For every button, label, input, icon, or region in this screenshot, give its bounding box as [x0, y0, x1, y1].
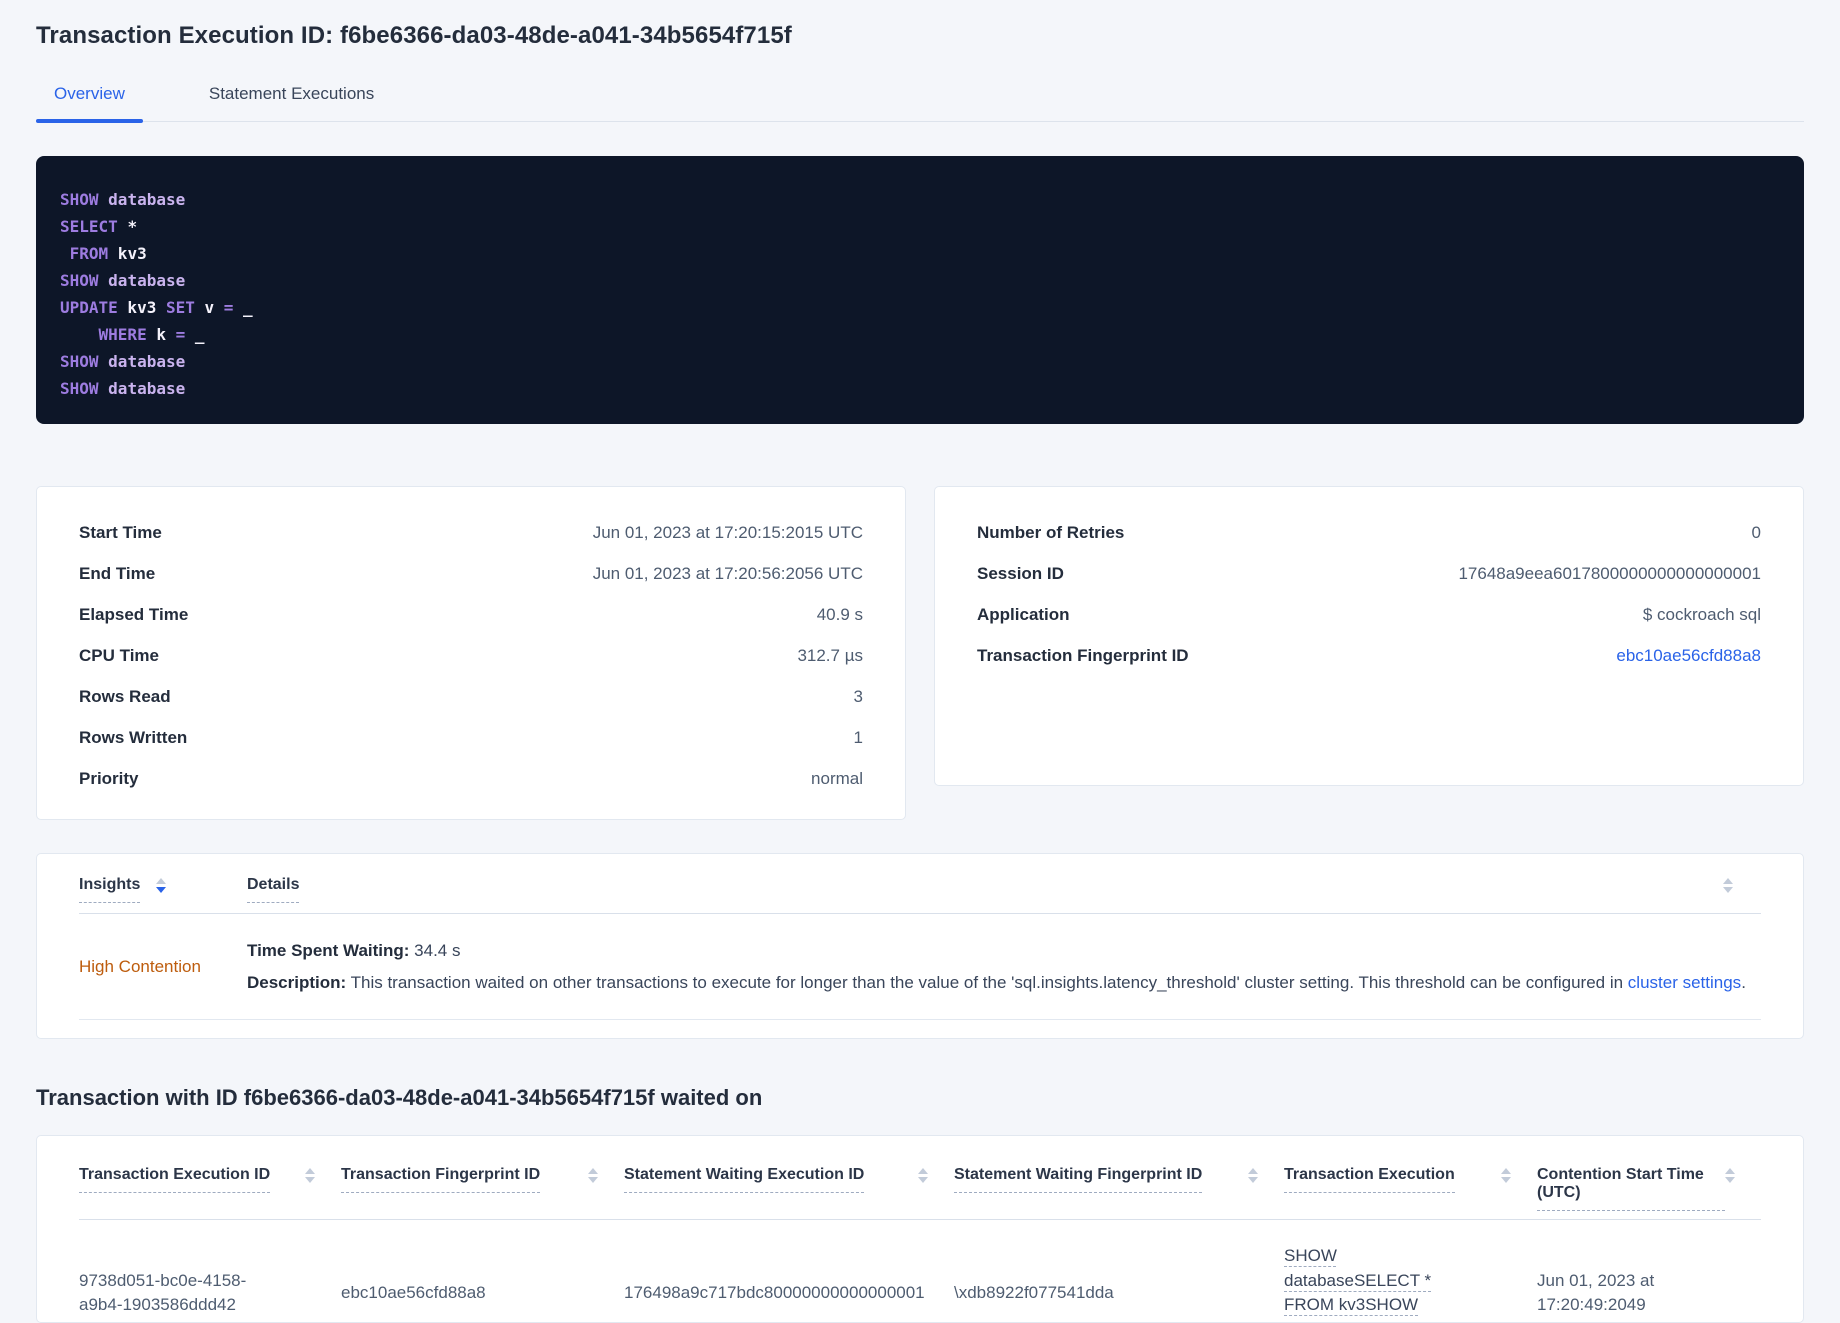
page-title: Transaction Execution ID: f6be6366-da03-… — [36, 22, 792, 49]
transaction-execution-link[interactable]: SHOW databaseSELECT * FROM kv3SHOW datab… — [1284, 1244, 1462, 1322]
stat-row-session-id: Session ID 17648a9eea6017800000000000000… — [977, 553, 1761, 594]
column-header-label[interactable]: Contention Start Time (UTC) — [1537, 1166, 1725, 1211]
cell-statement-waiting-execution-id: 176498a9c717bdc80000000000000001 — [624, 1282, 925, 1302]
stat-label: Rows Written — [79, 727, 188, 747]
insight-details: Time Spent Waiting: 34.4 s Description: … — [247, 940, 1761, 995]
insights-table-header: Insights Details — [79, 876, 1761, 903]
column-header-transaction-execution: Transaction Execution — [1284, 1166, 1537, 1193]
stat-row-retries: Number of Retries 0 — [977, 512, 1761, 553]
details-header-label[interactable]: Details — [247, 876, 300, 903]
stat-value: 17648a9eea6017800000000000000001 — [1458, 563, 1761, 583]
stat-label: Rows Read — [79, 686, 171, 706]
execution-stats-card: Start Time Jun 01, 2023 at 17:20:15:2015… — [36, 486, 906, 820]
sort-carets-icon[interactable] — [588, 1166, 598, 1183]
column-header-label[interactable]: Statement Waiting Execution ID — [624, 1166, 865, 1193]
insights-column-header: Insights — [79, 876, 247, 903]
stat-label: Priority — [79, 768, 139, 788]
sort-carets-icon[interactable] — [1725, 1166, 1735, 1183]
column-header-statement-waiting-execution-id: Statement Waiting Execution ID — [624, 1166, 954, 1193]
stat-value: 3 — [853, 686, 863, 706]
waiting-label: Time Spent Waiting: — [247, 941, 410, 960]
sort-carets-icon[interactable] — [156, 876, 167, 893]
stat-value: $ cockroach sql — [1642, 604, 1761, 624]
insights-header-label[interactable]: Insights — [79, 876, 141, 903]
stat-value: Jun 01, 2023 at 17:20:56:2056 UTC — [592, 563, 863, 583]
waiting-value: 34.4 s — [409, 941, 461, 960]
stat-value: normal — [811, 768, 863, 788]
column-header-label[interactable]: Transaction Fingerprint ID — [341, 1166, 541, 1193]
column-header-label[interactable]: Transaction Execution — [1284, 1166, 1455, 1193]
column-header-label[interactable]: Statement Waiting Fingerprint ID — [954, 1166, 1203, 1193]
stat-row-priority: Priority normal — [79, 758, 863, 799]
stat-row-transaction-fingerprint: Transaction Fingerprint ID ebc10ae56cfd8… — [977, 635, 1761, 676]
stat-label: Session ID — [977, 563, 1064, 583]
sort-carets-icon[interactable] — [918, 1166, 928, 1183]
sort-carets-icon[interactable] — [1501, 1166, 1511, 1183]
stat-label: Transaction Fingerprint ID — [977, 645, 1189, 665]
tab-overview[interactable]: Overview — [36, 80, 143, 123]
stat-value: Jun 01, 2023 at 17:20:15:2015 UTC — [592, 522, 863, 542]
insight-waiting-line: Time Spent Waiting: 34.4 s — [247, 940, 1761, 963]
sort-carets-icon[interactable] — [1723, 876, 1733, 893]
cell-statement-waiting-fingerprint-id: \xdb8922f077541dda — [954, 1282, 1114, 1302]
insight-row: High Contention Time Spent Waiting: 34.4… — [79, 914, 1761, 1020]
cell-contention-start-time: Jun 01, 2023 at 17:20:49:2049 — [1537, 1270, 1655, 1315]
waited-on-row: 9738d051-bc0e-4158-a9b4-1903586ddd42 ebc… — [79, 1220, 1761, 1322]
insight-description-line: Description: This transaction waited on … — [247, 972, 1761, 995]
stat-row-elapsed-time: Elapsed Time 40.9 s — [79, 594, 863, 635]
description-suffix: . — [1741, 972, 1746, 992]
stat-row-end-time: End Time Jun 01, 2023 at 17:20:56:2056 U… — [79, 553, 863, 594]
tab-statement-executions[interactable]: Statement Executions — [191, 80, 392, 121]
stat-row-rows-written: Rows Written 1 — [79, 717, 863, 758]
stat-value: 0 — [1751, 522, 1761, 542]
sort-carets-icon[interactable] — [1248, 1166, 1258, 1183]
transaction-fingerprint-link[interactable]: ebc10ae56cfd88a8 — [1616, 646, 1761, 666]
cell-transaction-execution-id: 9738d051-bc0e-4158-a9b4-1903586ddd42 — [79, 1269, 341, 1318]
cell-transaction-execution: SHOW databaseSELECT * FROM kv3SHOW datab… — [1284, 1244, 1537, 1322]
stat-label: Number of Retries — [977, 522, 1125, 542]
stat-label: Application — [977, 604, 1070, 624]
transaction-details-page: Transaction Execution ID: f6be6366-da03-… — [0, 0, 1840, 1323]
stat-value: 1 — [853, 727, 863, 747]
stat-row-rows-read: Rows Read 3 — [79, 676, 863, 717]
column-header-transaction-fingerprint-id: Transaction Fingerprint ID — [341, 1166, 624, 1193]
description-text: This transaction waited on other transac… — [346, 972, 1628, 992]
cluster-settings-link[interactable]: cluster settings — [1628, 973, 1741, 992]
session-info-card: Number of Retries 0 Session ID 17648a9ee… — [934, 486, 1804, 786]
tab-bar: Overview Statement Executions — [36, 80, 1804, 123]
stat-row-cpu-time: CPU Time 312.7 µs — [79, 635, 863, 676]
waited-on-table: Transaction Execution ID Transaction Fin… — [36, 1134, 1804, 1323]
sql-statements-box: SHOW database SELECT * FROM kv3 SHOW datab… — [36, 156, 1804, 424]
sql-code: SHOW database SELECT * FROM kv3 SHOW datab… — [60, 190, 253, 398]
insight-type-badge: High Contention — [79, 957, 201, 977]
sort-carets-icon[interactable] — [305, 1166, 315, 1183]
column-header-transaction-execution-id: Transaction Execution ID — [79, 1166, 341, 1193]
stat-label: CPU Time — [79, 645, 159, 665]
waited-on-table-header: Transaction Execution ID Transaction Fin… — [79, 1166, 1761, 1211]
stat-label: Start Time — [79, 522, 162, 542]
stat-row-start-time: Start Time Jun 01, 2023 at 17:20:15:2015… — [79, 512, 863, 553]
summary-cards: Start Time Jun 01, 2023 at 17:20:15:2015… — [36, 486, 1804, 820]
waited-on-section-title: Transaction with ID f6be6366-da03-48de-a… — [36, 1084, 763, 1110]
column-header-contention-start-time: Contention Start Time (UTC) — [1537, 1166, 1761, 1211]
column-header-statement-waiting-fingerprint-id: Statement Waiting Fingerprint ID — [954, 1166, 1284, 1193]
column-header-label[interactable]: Transaction Execution ID — [79, 1166, 271, 1193]
stat-value: 40.9 s — [816, 604, 863, 624]
stat-row-application: Application $ cockroach sql — [977, 594, 1761, 635]
stat-value: 312.7 µs — [797, 645, 863, 665]
cell-text: 9738d051-bc0e-4158-a9b4-1903586ddd42 — [79, 1270, 247, 1315]
stat-label: End Time — [79, 563, 156, 583]
description-label: Description: — [247, 972, 347, 992]
insights-table: Insights Details High Contention Time Sp… — [36, 853, 1804, 1039]
cell-transaction-fingerprint-id: ebc10ae56cfd88a8 — [341, 1282, 486, 1302]
stat-label: Elapsed Time — [79, 604, 189, 624]
